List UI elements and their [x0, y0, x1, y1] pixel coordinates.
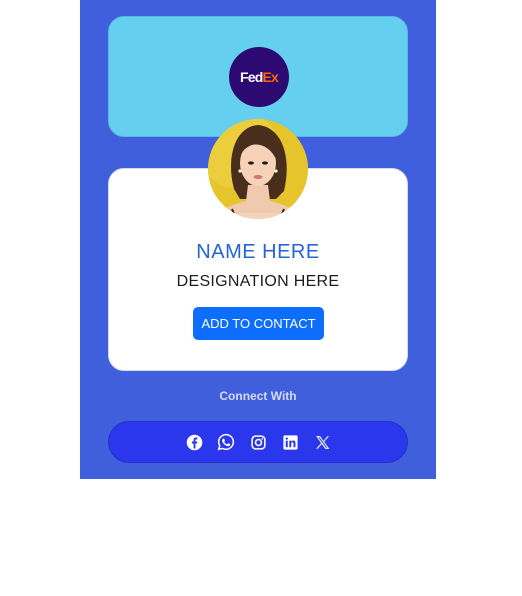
avatar-photo	[208, 119, 308, 219]
profile-name: NAME HERE	[196, 241, 320, 263]
x-icon[interactable]	[313, 433, 331, 451]
profile-designation: DESIGNATION HERE	[176, 273, 340, 290]
instagram-icon[interactable]	[249, 433, 267, 451]
company-logo-text: Fed Ex	[239, 69, 279, 85]
social-links-bar	[108, 421, 408, 463]
facebook-icon[interactable]	[185, 433, 203, 451]
company-logo: Fed Ex	[229, 47, 289, 107]
business-card-panel: Fed Ex NAME HERE DESIGNATION HERE ADD TO…	[80, 0, 436, 479]
logo-text-secondary: Ex	[262, 69, 279, 85]
whatsapp-icon[interactable]	[217, 433, 235, 451]
logo-text-primary: Fed	[239, 69, 263, 85]
avatar	[208, 119, 308, 219]
connect-with-label: Connect With	[219, 389, 297, 403]
add-to-contact-button[interactable]: ADD TO CONTACT	[193, 307, 324, 340]
linkedin-icon[interactable]	[281, 433, 299, 451]
